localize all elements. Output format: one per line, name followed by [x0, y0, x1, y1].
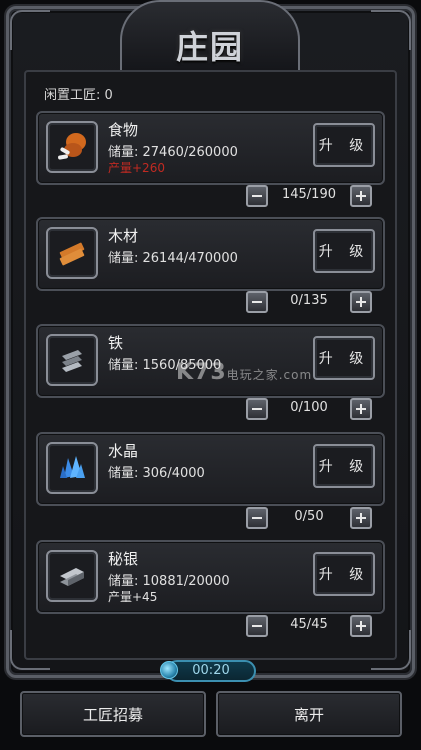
plus-icon — [356, 404, 366, 414]
crystal-icon — [46, 442, 98, 494]
resource-name: 食物 — [108, 121, 139, 139]
upgrade-button[interactable]: 升 级 — [313, 552, 375, 596]
decrease-workers-button[interactable] — [246, 615, 268, 637]
resource-stock: 储量: 27460/260000 — [108, 145, 238, 160]
countdown-timer: 00:20 — [166, 660, 256, 682]
worker-count: 0/135 — [290, 293, 328, 308]
watermark-sub: 电玩之家 — [226, 368, 279, 382]
watermark-brand: K73 — [176, 360, 227, 385]
minus-icon — [252, 195, 262, 197]
upgrade-button[interactable]: 升 级 — [313, 229, 375, 273]
upgrade-button[interactable]: 升 级 — [313, 123, 375, 167]
mithril-ingot-icon — [46, 550, 98, 602]
frame-ornament — [371, 10, 411, 50]
resource-stock: 储量: 26144/470000 — [108, 251, 238, 266]
worker-stepper-crystal: 0/50 — [36, 505, 385, 531]
decrease-workers-button[interactable] — [246, 507, 268, 529]
upgrade-button[interactable]: 升 级 — [313, 336, 375, 380]
plus-icon — [356, 191, 366, 201]
resource-stock: 储量: 10881/20000 — [108, 574, 230, 589]
recruit-artisans-button[interactable]: 工匠招募 — [20, 691, 206, 737]
decrease-workers-button[interactable] — [246, 185, 268, 207]
timer-gem-icon — [160, 661, 178, 679]
worker-count: 145/190 — [281, 187, 336, 202]
minus-icon — [252, 517, 262, 519]
plus-icon — [356, 621, 366, 631]
resource-production: 产量+260 — [108, 161, 165, 175]
increase-workers-button[interactable] — [350, 507, 372, 529]
resource-name: 铁 — [108, 334, 124, 352]
site-watermark: K73电玩之家.com — [176, 360, 312, 385]
resource-production: 产量+45 — [108, 590, 158, 604]
increase-workers-button[interactable] — [350, 185, 372, 207]
increase-workers-button[interactable] — [350, 615, 372, 637]
resource-card-wood: 木材 储量: 26144/470000 升 级 — [36, 217, 385, 291]
worker-stepper-wood: 0/135 — [36, 289, 385, 315]
resource-stock: 储量: 306/4000 — [108, 466, 205, 481]
iron-ingot-icon — [46, 334, 98, 386]
resource-name: 秘银 — [108, 550, 139, 568]
resource-card-mithril: 秘银 储量: 10881/20000 产量+45 升 级 — [36, 540, 385, 614]
resource-card-food: 食物 储量: 27460/260000 产量+260 升 级 — [36, 111, 385, 185]
increase-workers-button[interactable] — [350, 398, 372, 420]
plus-icon — [356, 513, 366, 523]
leave-button[interactable]: 离开 — [216, 691, 402, 737]
resource-name: 木材 — [108, 227, 139, 245]
decrease-workers-button[interactable] — [246, 291, 268, 313]
wood-plank-icon — [46, 227, 98, 279]
watermark-domain: .com — [278, 368, 313, 382]
decrease-workers-button[interactable] — [246, 398, 268, 420]
resource-name: 水晶 — [108, 442, 139, 460]
worker-count: 45/45 — [290, 617, 328, 632]
increase-workers-button[interactable] — [350, 291, 372, 313]
food-drumstick-icon — [46, 121, 98, 173]
worker-count: 0/100 — [290, 400, 328, 415]
minus-icon — [252, 301, 262, 303]
worker-stepper-food: 145/190 — [36, 183, 385, 209]
worker-stepper-mithril: 45/45 — [36, 613, 385, 639]
resource-card-crystal: 水晶 储量: 306/4000 升 级 — [36, 432, 385, 506]
upgrade-button[interactable]: 升 级 — [313, 444, 375, 488]
frame-ornament — [10, 10, 50, 50]
plus-icon — [356, 297, 366, 307]
worker-stepper-iron: 0/100 — [36, 396, 385, 422]
worker-count: 0/50 — [294, 509, 324, 524]
minus-icon — [252, 625, 262, 627]
minus-icon — [252, 408, 262, 410]
idle-artisans-label: 闲置工匠: 0 — [44, 88, 113, 103]
page-title: 庄园 — [175, 28, 244, 66]
